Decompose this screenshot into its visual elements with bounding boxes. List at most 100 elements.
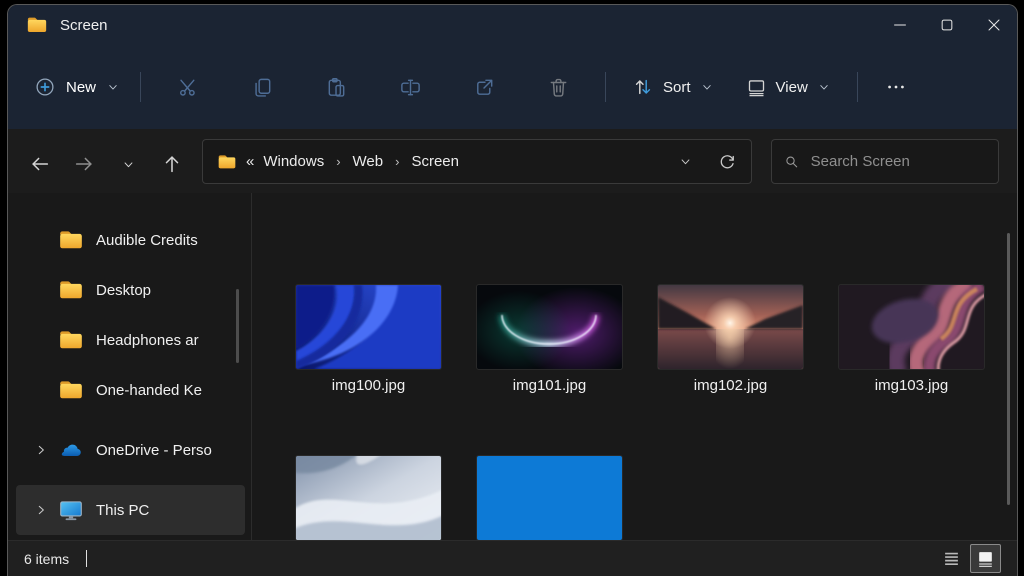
chevron-right-icon[interactable] (24, 442, 58, 458)
sidebar-item-headphones[interactable]: Headphones ar (16, 315, 245, 365)
rename-button[interactable] (373, 76, 447, 99)
sidebar-item-label: One-handed Ke (96, 381, 202, 399)
back-button[interactable] (18, 144, 62, 184)
navigation-bar: « Windows › Web › Screen (8, 129, 1017, 193)
status-divider (86, 550, 88, 567)
file-tile-img103[interactable]: img103.jpg (821, 284, 1002, 395)
sidebar-item-label: Desktop (96, 281, 152, 299)
file-name: img102.jpg (693, 377, 768, 394)
thumbnail-blue-bloom (295, 284, 442, 370)
view-button-label: View (775, 78, 808, 96)
sort-arrows-icon (635, 79, 651, 95)
titlebar: Screen (8, 5, 1017, 45)
share-button[interactable] (447, 76, 521, 99)
sidebar-item-this-pc[interactable]: This PC (16, 485, 245, 535)
folder-icon (58, 377, 84, 403)
paste-icon (325, 76, 348, 99)
folder-icon (58, 277, 84, 303)
sidebar-item-label: Audible Credits (96, 231, 198, 249)
up-button[interactable] (150, 144, 194, 184)
sidebar-item-label: OneDrive - Perso (96, 441, 212, 459)
toolbar-divider (856, 72, 858, 102)
content-scrollbar[interactable] (1007, 233, 1010, 505)
forward-button[interactable] (62, 144, 106, 184)
this-pc-monitor-icon (58, 497, 84, 523)
folder-icon (58, 227, 84, 253)
file-tile-img101[interactable]: img101.jpg (459, 284, 640, 395)
breadcrumb-separator: › (336, 154, 341, 169)
chevron-down-icon (106, 80, 120, 94)
search-input[interactable] (810, 153, 986, 170)
address-bar[interactable]: « Windows › Web › Screen (202, 139, 752, 184)
sidebar-item-label: Headphones ar (96, 331, 199, 349)
sidebar-scrollbar[interactable] (236, 289, 239, 363)
rename-icon (399, 76, 422, 99)
copy-icon (251, 76, 274, 99)
cut-button[interactable] (151, 76, 225, 99)
cut-icon (177, 76, 200, 99)
details-view-icon (944, 552, 958, 566)
see-more-button[interactable] (868, 76, 924, 98)
breadcrumb-screen[interactable]: Screen (411, 153, 459, 170)
window-title: Screen (60, 16, 108, 34)
thumbnail-glow-crescent (476, 284, 623, 370)
breadcrumb-windows[interactable]: Windows (263, 153, 324, 170)
maximize-icon (937, 15, 957, 35)
ellipsis-icon (887, 85, 904, 89)
thumbnail-sunset-lake (657, 284, 804, 370)
delete-button[interactable] (521, 76, 595, 99)
refresh-icon[interactable] (717, 152, 737, 172)
sidebar-item-label: This PC (96, 501, 150, 519)
chevron-down-icon (121, 157, 136, 172)
file-tile-light-waves[interactable] (278, 455, 459, 540)
maximize-button[interactable] (923, 5, 970, 45)
file-explorer-window: Screen New Sort View « Windows › Web › S… (7, 4, 1018, 576)
breadcrumb-overflow[interactable]: « (246, 153, 254, 170)
search-icon (784, 153, 800, 171)
new-button[interactable]: New (24, 68, 130, 106)
sort-button-label: Sort (663, 78, 691, 96)
file-tile-solid-blue[interactable] (459, 455, 640, 540)
details-view-button[interactable] (937, 545, 965, 572)
sidebar-item-onedrive[interactable]: OneDrive - Perso (16, 425, 245, 475)
file-name: img100.jpg (331, 377, 406, 394)
file-tile-img100[interactable]: img100.jpg (278, 284, 459, 395)
arrow-left-icon (29, 153, 51, 175)
toolbar-divider (140, 72, 142, 102)
folder-icon (26, 14, 48, 36)
breadcrumb-web[interactable]: Web (353, 153, 384, 170)
file-name: img103.jpg (874, 377, 949, 394)
main-area: Audible Credits Desktop Headphones ar On… (8, 193, 1017, 540)
address-dropdown-icon[interactable] (678, 154, 693, 169)
chevron-down-icon (817, 80, 831, 94)
command-toolbar: New Sort View (8, 45, 1017, 129)
large-thumbnails-view-button[interactable] (970, 544, 1001, 573)
minimize-button[interactable] (876, 5, 923, 45)
trash-icon (547, 76, 570, 99)
large-thumbnails-view-icon (979, 552, 992, 568)
view-toggles (937, 544, 1001, 573)
breadcrumb-separator: › (395, 154, 400, 169)
new-button-label: New (66, 78, 97, 96)
item-count: 6 items (24, 550, 70, 567)
sidebar-item-desktop[interactable]: Desktop (16, 265, 245, 315)
onedrive-cloud-icon (58, 437, 84, 463)
plus-circle-icon (36, 78, 54, 96)
minimize-icon (890, 15, 910, 35)
close-button[interactable] (970, 5, 1017, 45)
status-bar: 6 items (8, 540, 1017, 576)
copy-button[interactable] (225, 76, 299, 99)
sidebar-item-audible-credits[interactable]: Audible Credits (16, 215, 245, 265)
sort-button[interactable]: Sort (616, 76, 730, 98)
folder-icon (217, 152, 237, 172)
view-button[interactable]: View (730, 77, 847, 98)
sidebar-item-one-handed[interactable]: One-handed Ke (16, 365, 245, 415)
search-box[interactable] (771, 139, 999, 184)
chevron-right-icon[interactable] (24, 502, 58, 518)
thumbnail-solid-blue (476, 455, 623, 540)
paste-button[interactable] (299, 76, 373, 99)
recent-locations-button[interactable] (106, 144, 150, 184)
file-tile-img102[interactable]: img102.jpg (640, 284, 821, 395)
thumbnail-light-waves (295, 455, 442, 540)
sidebar: Audible Credits Desktop Headphones ar On… (8, 193, 252, 540)
